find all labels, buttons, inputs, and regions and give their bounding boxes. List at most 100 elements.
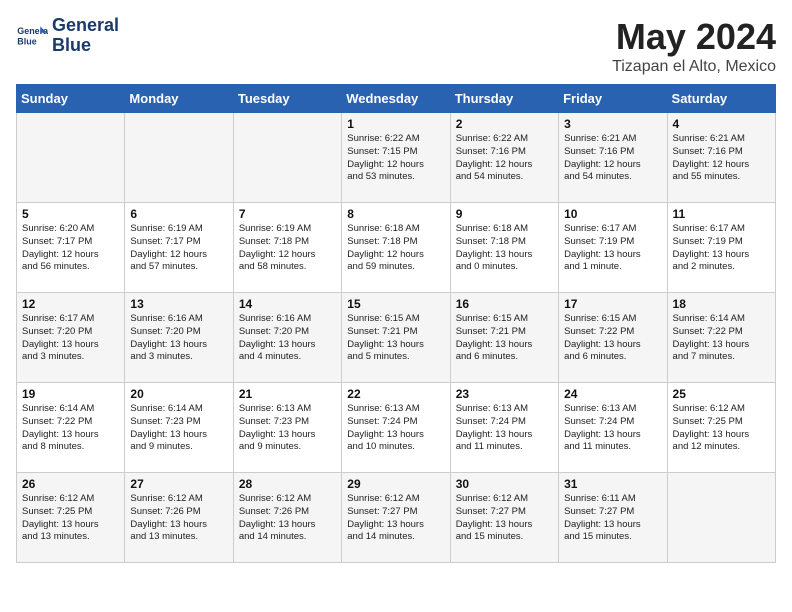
header-cell-monday: Monday bbox=[125, 85, 233, 113]
day-cell: 29Sunrise: 6:12 AM Sunset: 7:27 PM Dayli… bbox=[342, 473, 450, 563]
day-number: 16 bbox=[456, 297, 553, 311]
week-row-4: 19 Sunrise: 6:14 AM Sunset: 7:22 PM Dayli… bbox=[17, 383, 776, 473]
day-info: Sunrise: 6:14 AM Sunset: 7:22 PM Dayligh… bbox=[673, 313, 770, 364]
day-cell: 12 Sunrise: 6:17 AM Sunset: 7:20 PM Dayli… bbox=[17, 293, 125, 383]
day-info: Sunrise: 6:19 AM Sunset: 7:17 PM Dayligh… bbox=[130, 223, 227, 274]
day-info: Sunrise: 6:22 AM Sunset: 7:16 PM Dayligh… bbox=[456, 133, 553, 184]
day-info: Sunrise: 6:12 AM Sunset: 7:27 PM Dayligh… bbox=[347, 493, 444, 544]
week-row-1: 1 Sunrise: 6:22 AM Sunset: 7:15 PM Daylig… bbox=[17, 113, 776, 203]
day-cell: 27Sunrise: 6:12 AM Sunset: 7:26 PM Dayli… bbox=[125, 473, 233, 563]
day-cell: 13 Sunrise: 6:16 AM Sunset: 7:20 PM Dayli… bbox=[125, 293, 233, 383]
header-row: SundayMondayTuesdayWednesdayThursdayFrid… bbox=[17, 85, 776, 113]
day-number: 21 bbox=[239, 387, 336, 401]
day-info: Sunrise: 6:11 AM Sunset: 7:27 PM Dayligh… bbox=[564, 493, 661, 544]
header-cell-sunday: Sunday bbox=[17, 85, 125, 113]
day-info: Sunrise: 6:12 AM Sunset: 7:26 PM Dayligh… bbox=[130, 493, 227, 544]
day-info: Sunrise: 6:16 AM Sunset: 7:20 PM Dayligh… bbox=[239, 313, 336, 364]
day-info: Sunrise: 6:13 AM Sunset: 7:23 PM Dayligh… bbox=[239, 403, 336, 454]
day-cell: 30 Sunrise: 6:12 AM Sunset: 7:27 PM Dayli… bbox=[450, 473, 558, 563]
day-cell: 19 Sunrise: 6:14 AM Sunset: 7:22 PM Dayli… bbox=[17, 383, 125, 473]
day-number: 10 bbox=[564, 207, 661, 221]
day-cell: 4 Sunrise: 6:21 AM Sunset: 7:16 PM Daylig… bbox=[667, 113, 775, 203]
day-info: Sunrise: 6:15 AM Sunset: 7:21 PM Dayligh… bbox=[347, 313, 444, 364]
day-info: Sunrise: 6:13 AM Sunset: 7:24 PM Dayligh… bbox=[347, 403, 444, 454]
day-cell: 26Sunrise: 6:12 AM Sunset: 7:25 PM Dayli… bbox=[17, 473, 125, 563]
day-number: 19 bbox=[22, 387, 119, 401]
day-info: Sunrise: 6:21 AM Sunset: 7:16 PM Dayligh… bbox=[673, 133, 770, 184]
day-number: 12 bbox=[22, 297, 119, 311]
day-number: 30 bbox=[456, 477, 553, 491]
day-info: Sunrise: 6:17 AM Sunset: 7:19 PM Dayligh… bbox=[673, 223, 770, 274]
day-info: Sunrise: 6:18 AM Sunset: 7:18 PM Dayligh… bbox=[456, 223, 553, 274]
day-info: Sunrise: 6:16 AM Sunset: 7:20 PM Dayligh… bbox=[130, 313, 227, 364]
day-cell: 1 Sunrise: 6:22 AM Sunset: 7:15 PM Daylig… bbox=[342, 113, 450, 203]
day-info: Sunrise: 6:19 AM Sunset: 7:18 PM Dayligh… bbox=[239, 223, 336, 274]
day-cell: 11 Sunrise: 6:17 AM Sunset: 7:19 PM Dayli… bbox=[667, 203, 775, 293]
day-cell: 3Sunrise: 6:21 AM Sunset: 7:16 PM Daylig… bbox=[559, 113, 667, 203]
day-number: 14 bbox=[239, 297, 336, 311]
day-info: Sunrise: 6:22 AM Sunset: 7:15 PM Dayligh… bbox=[347, 133, 444, 184]
day-number: 25 bbox=[673, 387, 770, 401]
day-number: 11 bbox=[673, 207, 770, 221]
calendar-header: SundayMondayTuesdayWednesdayThursdayFrid… bbox=[17, 85, 776, 113]
svg-text:Blue: Blue bbox=[17, 36, 36, 46]
day-info: Sunrise: 6:20 AM Sunset: 7:17 PM Dayligh… bbox=[22, 223, 119, 274]
day-cell: 23Sunrise: 6:13 AM Sunset: 7:24 PM Dayli… bbox=[450, 383, 558, 473]
day-cell: 8Sunrise: 6:18 AM Sunset: 7:18 PM Daylig… bbox=[342, 203, 450, 293]
page-subtitle: Tizapan el Alto, Mexico bbox=[612, 58, 776, 76]
logo-icon: General Blue bbox=[16, 20, 48, 52]
day-number: 31 bbox=[564, 477, 661, 491]
day-cell bbox=[233, 113, 341, 203]
day-cell: 17Sunrise: 6:15 AM Sunset: 7:22 PM Dayli… bbox=[559, 293, 667, 383]
day-info: Sunrise: 6:14 AM Sunset: 7:23 PM Dayligh… bbox=[130, 403, 227, 454]
day-number: 28 bbox=[239, 477, 336, 491]
day-cell bbox=[667, 473, 775, 563]
day-info: Sunrise: 6:13 AM Sunset: 7:24 PM Dayligh… bbox=[456, 403, 553, 454]
page-title: May 2024 bbox=[612, 16, 776, 58]
logo: General Blue General Blue bbox=[16, 16, 119, 56]
day-number: 2 bbox=[456, 117, 553, 131]
day-cell: 15 Sunrise: 6:15 AM Sunset: 7:21 PM Dayli… bbox=[342, 293, 450, 383]
day-number: 26 bbox=[22, 477, 119, 491]
day-cell: 18 Sunrise: 6:14 AM Sunset: 7:22 PM Dayli… bbox=[667, 293, 775, 383]
day-number: 18 bbox=[673, 297, 770, 311]
day-info: Sunrise: 6:12 AM Sunset: 7:26 PM Dayligh… bbox=[239, 493, 336, 544]
day-cell bbox=[17, 113, 125, 203]
day-number: 5 bbox=[22, 207, 119, 221]
calendar-table: SundayMondayTuesdayWednesdayThursdayFrid… bbox=[16, 84, 776, 563]
day-cell: 6 Sunrise: 6:19 AM Sunset: 7:17 PM Daylig… bbox=[125, 203, 233, 293]
day-number: 1 bbox=[347, 117, 444, 131]
page-header: General Blue General Blue May 2024 Tizap… bbox=[16, 16, 776, 76]
header-cell-wednesday: Wednesday bbox=[342, 85, 450, 113]
day-number: 6 bbox=[130, 207, 227, 221]
day-cell bbox=[125, 113, 233, 203]
day-cell: 25 Sunrise: 6:12 AM Sunset: 7:25 PM Dayli… bbox=[667, 383, 775, 473]
day-cell: 14 Sunrise: 6:16 AM Sunset: 7:20 PM Dayli… bbox=[233, 293, 341, 383]
day-info: Sunrise: 6:15 AM Sunset: 7:21 PM Dayligh… bbox=[456, 313, 553, 364]
day-info: Sunrise: 6:14 AM Sunset: 7:22 PM Dayligh… bbox=[22, 403, 119, 454]
day-number: 20 bbox=[130, 387, 227, 401]
day-cell: 24Sunrise: 6:13 AM Sunset: 7:24 PM Dayli… bbox=[559, 383, 667, 473]
day-info: Sunrise: 6:12 AM Sunset: 7:27 PM Dayligh… bbox=[456, 493, 553, 544]
day-cell: 5 Sunrise: 6:20 AM Sunset: 7:17 PM Daylig… bbox=[17, 203, 125, 293]
logo-text: General Blue bbox=[52, 16, 119, 56]
day-cell: 9Sunrise: 6:18 AM Sunset: 7:18 PM Daylig… bbox=[450, 203, 558, 293]
day-cell: 2 Sunrise: 6:22 AM Sunset: 7:16 PM Daylig… bbox=[450, 113, 558, 203]
header-cell-thursday: Thursday bbox=[450, 85, 558, 113]
day-cell: 21 Sunrise: 6:13 AM Sunset: 7:23 PM Dayli… bbox=[233, 383, 341, 473]
day-cell: 10Sunrise: 6:17 AM Sunset: 7:19 PM Dayli… bbox=[559, 203, 667, 293]
day-cell: 16 Sunrise: 6:15 AM Sunset: 7:21 PM Dayli… bbox=[450, 293, 558, 383]
day-number: 13 bbox=[130, 297, 227, 311]
day-cell: 31 Sunrise: 6:11 AM Sunset: 7:27 PM Dayli… bbox=[559, 473, 667, 563]
header-cell-friday: Friday bbox=[559, 85, 667, 113]
day-number: 15 bbox=[347, 297, 444, 311]
day-number: 8 bbox=[347, 207, 444, 221]
day-cell: 22Sunrise: 6:13 AM Sunset: 7:24 PM Dayli… bbox=[342, 383, 450, 473]
week-row-2: 5 Sunrise: 6:20 AM Sunset: 7:17 PM Daylig… bbox=[17, 203, 776, 293]
day-info: Sunrise: 6:13 AM Sunset: 7:24 PM Dayligh… bbox=[564, 403, 661, 454]
day-info: Sunrise: 6:12 AM Sunset: 7:25 PM Dayligh… bbox=[673, 403, 770, 454]
day-number: 7 bbox=[239, 207, 336, 221]
day-info: Sunrise: 6:17 AM Sunset: 7:20 PM Dayligh… bbox=[22, 313, 119, 364]
day-number: 4 bbox=[673, 117, 770, 131]
day-number: 3 bbox=[564, 117, 661, 131]
